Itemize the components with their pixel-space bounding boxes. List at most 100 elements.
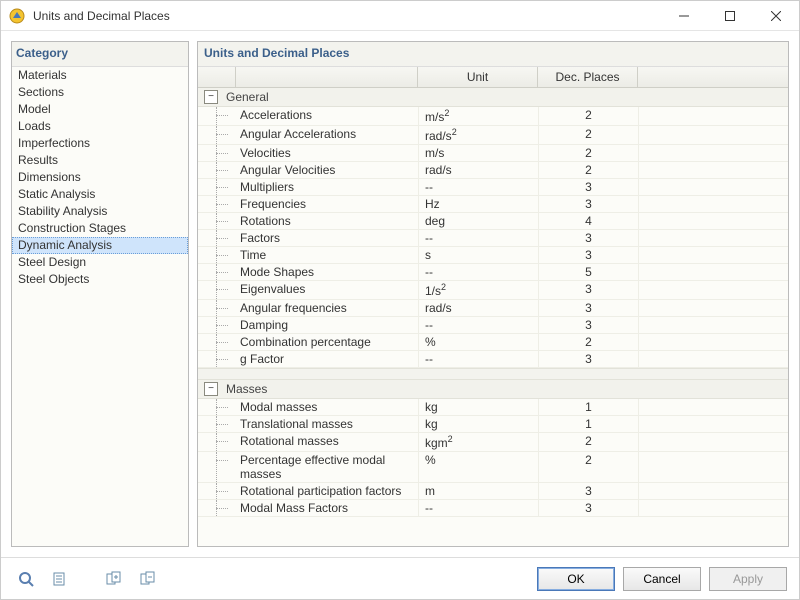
dec-places-cell[interactable]: 2 <box>538 107 638 125</box>
unit-cell[interactable]: Hz <box>418 196 538 212</box>
row-name: Rotations <box>236 213 418 229</box>
row-tail <box>638 433 788 451</box>
row-tail <box>638 452 788 482</box>
ok-button[interactable]: OK <box>537 567 615 591</box>
unit-cell[interactable]: -- <box>418 230 538 246</box>
unit-cell[interactable]: -- <box>418 179 538 195</box>
maximize-button[interactable] <box>707 1 753 31</box>
sidebar-item[interactable]: Imperfections <box>12 135 188 152</box>
close-button[interactable] <box>753 1 799 31</box>
unit-cell[interactable]: -- <box>418 351 538 367</box>
sidebar-item[interactable]: Stability Analysis <box>12 203 188 220</box>
tree-branch-icon <box>198 162 236 178</box>
grid-header-unit[interactable]: Unit <box>418 67 538 87</box>
unit-cell[interactable]: m <box>418 483 538 499</box>
row-name: Translational masses <box>236 416 418 432</box>
main-panel: Units and Decimal Places Unit Dec. Place… <box>197 41 789 547</box>
unit-cell[interactable]: -- <box>418 500 538 516</box>
unit-cell[interactable]: deg <box>418 213 538 229</box>
sidebar-item[interactable]: Results <box>12 152 188 169</box>
grid-header-dec[interactable]: Dec. Places <box>538 67 638 87</box>
sidebar-item[interactable]: Loads <box>12 118 188 135</box>
group-row[interactable]: −Masses <box>198 380 788 399</box>
unit-cell[interactable]: -- <box>418 264 538 280</box>
defaults-button[interactable] <box>47 567 73 591</box>
sidebar-item[interactable]: Materials <box>12 67 188 84</box>
tree-branch-icon <box>198 433 236 451</box>
tree-branch-icon <box>198 213 236 229</box>
table-row: Translational masseskg1 <box>198 416 788 433</box>
dec-places-cell[interactable]: 4 <box>538 213 638 229</box>
dec-places-cell[interactable]: 3 <box>538 483 638 499</box>
table-row: Velocitiesm/s2 <box>198 145 788 162</box>
sidebar-item[interactable]: Dimensions <box>12 169 188 186</box>
unit-cell[interactable]: % <box>418 334 538 350</box>
unit-cell[interactable]: s <box>418 247 538 263</box>
import-profile-button[interactable] <box>101 567 127 591</box>
dec-places-cell[interactable]: 2 <box>538 452 638 482</box>
dec-places-cell[interactable]: 3 <box>538 500 638 516</box>
unit-cell[interactable]: kg <box>418 416 538 432</box>
table-row: Modal masseskg1 <box>198 399 788 416</box>
table-row: Eigenvalues1/s23 <box>198 281 788 300</box>
dec-places-cell[interactable]: 2 <box>538 126 638 144</box>
sidebar-header: Category <box>12 42 188 67</box>
dec-places-cell[interactable]: 3 <box>538 351 638 367</box>
unit-cell[interactable]: kg <box>418 399 538 415</box>
sidebar-item[interactable]: Steel Objects <box>12 271 188 288</box>
dec-places-cell[interactable]: 3 <box>538 179 638 195</box>
row-tail <box>638 179 788 195</box>
tree-branch-icon <box>198 247 236 263</box>
dec-places-cell[interactable]: 3 <box>538 196 638 212</box>
unit-cell[interactable]: % <box>418 452 538 482</box>
dec-places-cell[interactable]: 3 <box>538 317 638 333</box>
dec-places-cell[interactable]: 2 <box>538 433 638 451</box>
collapse-toggle-icon[interactable]: − <box>204 90 218 104</box>
dec-places-cell[interactable]: 1 <box>538 416 638 432</box>
minimize-button[interactable] <box>661 1 707 31</box>
row-tail <box>638 483 788 499</box>
unit-cell[interactable]: 1/s2 <box>418 281 538 299</box>
cancel-button[interactable]: Cancel <box>623 567 701 591</box>
unit-cell[interactable]: -- <box>418 317 538 333</box>
group-row[interactable]: −General <box>198 88 788 107</box>
sidebar-item[interactable]: Construction Stages <box>12 220 188 237</box>
sidebar-item[interactable]: Static Analysis <box>12 186 188 203</box>
row-name: Combination percentage <box>236 334 418 350</box>
unit-cell[interactable]: m/s <box>418 145 538 161</box>
unit-cell[interactable]: kgm2 <box>418 433 538 451</box>
row-name: Rotational participation factors <box>236 483 418 499</box>
dec-places-cell[interactable]: 5 <box>538 264 638 280</box>
unit-cell[interactable]: rad/s <box>418 162 538 178</box>
row-tail <box>638 213 788 229</box>
dec-places-cell[interactable]: 3 <box>538 281 638 299</box>
group-label: Masses <box>222 380 271 398</box>
row-name: Factors <box>236 230 418 246</box>
dec-places-cell[interactable]: 2 <box>538 334 638 350</box>
dec-places-cell[interactable]: 3 <box>538 247 638 263</box>
row-name: Frequencies <box>236 196 418 212</box>
unit-cell[interactable]: m/s2 <box>418 107 538 125</box>
sidebar-item[interactable]: Sections <box>12 84 188 101</box>
row-name: Modal masses <box>236 399 418 415</box>
tree-branch-icon <box>198 107 236 125</box>
dec-places-cell[interactable]: 1 <box>538 399 638 415</box>
collapse-toggle-icon[interactable]: − <box>204 382 218 396</box>
dec-places-cell[interactable]: 3 <box>538 300 638 316</box>
dec-places-cell[interactable]: 2 <box>538 162 638 178</box>
dec-places-cell[interactable]: 2 <box>538 145 638 161</box>
apply-button[interactable]: Apply <box>709 567 787 591</box>
tree-branch-icon <box>198 300 236 316</box>
grid-header-tree <box>198 67 236 87</box>
help-button[interactable] <box>13 567 39 591</box>
unit-cell[interactable]: rad/s2 <box>418 126 538 144</box>
sidebar-item[interactable]: Model <box>12 101 188 118</box>
sidebar-item[interactable]: Dynamic Analysis <box>12 237 188 254</box>
sidebar-item[interactable]: Steel Design <box>12 254 188 271</box>
row-name: Mode Shapes <box>236 264 418 280</box>
export-profile-button[interactable] <box>135 567 161 591</box>
row-name: Accelerations <box>236 107 418 125</box>
dec-places-cell[interactable]: 3 <box>538 230 638 246</box>
unit-cell[interactable]: rad/s <box>418 300 538 316</box>
table-row: Times3 <box>198 247 788 264</box>
